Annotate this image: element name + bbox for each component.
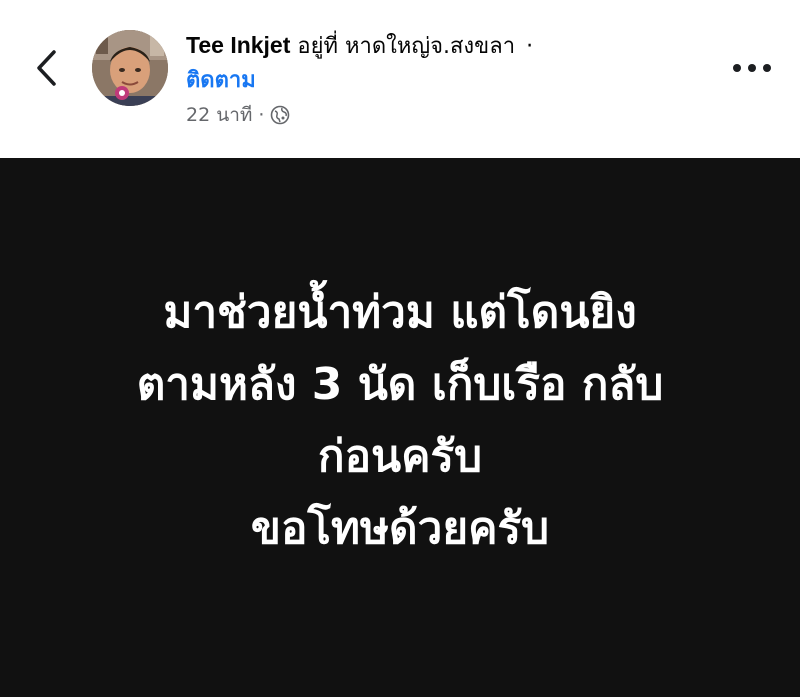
chevron-left-icon [37,50,56,86]
post-text-line: ขอโทษด้วยครับ [250,502,550,554]
post-text-line: ก่อนครับ [317,430,483,482]
globe-icon [270,105,290,125]
back-button[interactable] [24,46,68,90]
author-line: Tee Inkjet อยู่ที่ หาดใหญ่จ.สงขลา · [186,30,706,62]
location-text: อยู่ที่ หาดใหญ่จ.สงขลา [297,34,516,59]
avatar[interactable] [92,30,168,106]
timestamp-line: 22 นาที · [186,102,706,128]
post-meta: Tee Inkjet อยู่ที่ หาดใหญ่จ.สงขลา · ติดต… [186,30,706,128]
timestamp[interactable]: 22 นาที [186,102,252,128]
timestamp-separator: · [258,104,265,126]
more-horizontal-icon [733,64,771,72]
follow-button[interactable]: ติดตาม [186,64,706,98]
post-text: มาช่วยน้ำท่วม แต่โดนยิง ตามหลัง 3 นัด เก… [40,277,760,565]
post-text-line: ตามหลัง 3 นัด เก็บเรือ กลับ [136,358,664,410]
separator-dot: · [526,34,534,59]
more-options-button[interactable] [728,52,776,84]
author-name[interactable]: Tee Inkjet [186,32,290,58]
post-text-line: มาช่วยน้ำท่วม แต่โดนยิง [163,286,637,338]
post-content: มาช่วยน้ำท่วม แต่โดนยิง ตามหลัง 3 นัด เก… [0,158,800,697]
post-header: Tee Inkjet อยู่ที่ หาดใหญ่จ.สงขลา · ติดต… [0,0,800,158]
